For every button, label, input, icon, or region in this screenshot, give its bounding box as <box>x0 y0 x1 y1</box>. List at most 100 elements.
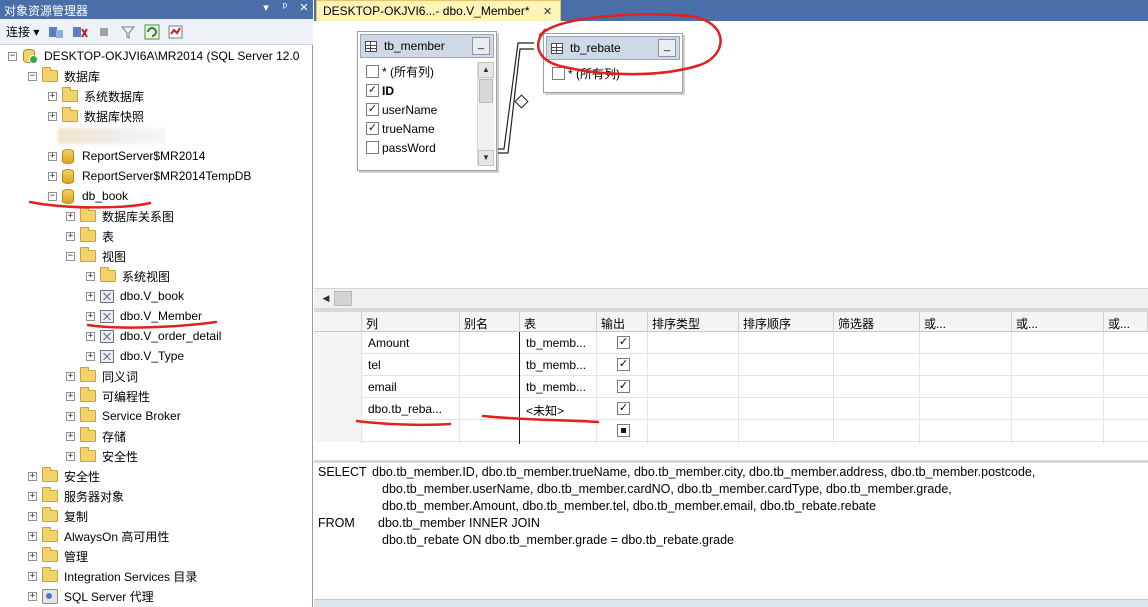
cell-alias[interactable] <box>460 420 520 442</box>
tree-node-service-broker[interactable]: + Service Broker <box>66 406 181 426</box>
connect-button[interactable]: 连接 ▾ <box>4 23 41 40</box>
expand-icon[interactable]: + <box>28 471 37 481</box>
column-header[interactable]: 或... <box>1012 312 1104 332</box>
sql-pane[interactable]: SELECT dbo.tb_member.ID, dbo.tb_member.tr… <box>314 463 1148 599</box>
criteria-row[interactable] <box>314 420 1148 442</box>
cell-table[interactable]: tb_memb... <box>520 376 597 398</box>
collapse-icon[interactable]: − <box>48 191 57 201</box>
column-header[interactable]: 或... <box>920 312 1012 332</box>
connect-object-explorer-icon[interactable] <box>47 23 65 41</box>
cell-alias[interactable] <box>460 332 520 354</box>
tab-v-member-designer[interactable]: DESKTOP-OKJVI6...- dbo.V_Member* ✕ <box>316 0 562 21</box>
expand-icon[interactable]: + <box>28 551 37 561</box>
tree-node-db-diagrams[interactable]: + 数据库关系图 <box>66 206 174 226</box>
tree-node-v-member[interactable]: + dbo.V_Member <box>86 306 202 326</box>
tree-node-programmability[interactable]: + 可编程性 <box>66 386 150 406</box>
cell-table[interactable]: tb_memb... <box>520 332 597 354</box>
tree-node-tables[interactable]: + 表 <box>66 226 114 246</box>
cell-table[interactable]: tb_memb... <box>520 354 597 376</box>
tree-node-alwayson[interactable]: + AlwaysOn 高可用性 <box>28 526 169 546</box>
expand-icon[interactable]: + <box>28 511 37 521</box>
cell-alias[interactable] <box>460 376 520 398</box>
diagram-horizontal-scrollbar[interactable]: ◀ <box>314 288 1148 308</box>
tree-node-db-snapshots[interactable]: + 数据库快照 <box>48 106 144 126</box>
tree-node-reportserver-temp[interactable]: + ReportServer$MR2014TempDB <box>48 166 251 186</box>
refresh-icon[interactable] <box>143 23 161 41</box>
tree-node-management[interactable]: + 管理 <box>28 546 88 566</box>
pin-icon[interactable]: ᵖ <box>280 1 290 14</box>
expand-icon[interactable]: + <box>66 451 75 461</box>
cell-table[interactable]: <未知> <box>520 398 597 420</box>
row-selector[interactable] <box>314 398 362 420</box>
tree-node-server[interactable]: − DESKTOP-OKJVI6A\MR2014 (SQL Server 12.0 <box>8 46 299 66</box>
column-header[interactable]: 排序类型 <box>648 312 739 332</box>
tree-node-system-db[interactable]: + 系统数据库 <box>48 86 144 106</box>
column-header[interactable]: 列 <box>362 312 460 332</box>
expand-icon[interactable]: + <box>28 531 37 541</box>
cell-column[interactable]: email <box>362 376 460 398</box>
cell-column[interactable]: dbo.tb_reba... <box>362 398 460 420</box>
column-header[interactable]: 别名 <box>460 312 520 332</box>
output-checkbox[interactable]: ✓ <box>617 380 630 393</box>
column-header[interactable]: 筛选器 <box>834 312 920 332</box>
cell-column[interactable] <box>362 420 460 442</box>
close-icon[interactable]: ✕ <box>299 1 309 14</box>
tree-node-v-book[interactable]: + dbo.V_book <box>86 286 184 306</box>
expand-icon[interactable]: + <box>86 291 95 301</box>
cell-table[interactable] <box>520 420 597 442</box>
expand-icon[interactable]: + <box>66 411 75 421</box>
criteria-row[interactable]: Amount tb_memb... ✓ <box>314 332 1148 354</box>
activity-monitor-icon[interactable] <box>167 23 185 41</box>
cell-column[interactable]: Amount <box>362 332 460 354</box>
cell-alias[interactable] <box>460 398 520 420</box>
join-diamond-icon[interactable] <box>514 94 529 109</box>
stop-icon[interactable] <box>95 23 113 41</box>
column-header[interactable]: 表 <box>520 312 597 332</box>
tree-node-sql-agent[interactable]: + SQL Server 代理 <box>28 586 154 606</box>
tree-node-databases[interactable]: − 数据库 <box>28 66 100 86</box>
dropdown-icon[interactable]: ▾ <box>261 1 271 14</box>
row-selector[interactable] <box>314 420 362 442</box>
expand-icon[interactable]: + <box>48 171 57 181</box>
column-header[interactable]: 或... <box>1104 312 1148 332</box>
tree-node-reportserver[interactable]: + ReportServer$MR2014 <box>48 146 205 166</box>
tree-node-storage[interactable]: + 存储 <box>66 426 126 446</box>
criteria-row[interactable]: tel tb_memb... ✓ <box>314 354 1148 376</box>
row-selector[interactable] <box>314 376 362 398</box>
tree-node-db-security[interactable]: + 安全性 <box>66 446 138 466</box>
expand-icon[interactable]: + <box>28 571 37 581</box>
expand-icon[interactable]: + <box>66 211 75 221</box>
tree-node-server-objects[interactable]: + 服务器对象 <box>28 486 124 506</box>
column-header[interactable]: 输出 <box>597 312 648 332</box>
expand-icon[interactable]: + <box>28 491 37 501</box>
scroll-thumb[interactable] <box>334 291 352 306</box>
tree-node-synonyms[interactable]: + 同义词 <box>66 366 138 386</box>
expand-icon[interactable]: + <box>48 111 57 121</box>
criteria-row[interactable]: dbo.tb_reba... <未知> ✓ <box>314 398 1148 420</box>
expand-icon[interactable]: + <box>86 271 95 281</box>
column-header[interactable]: 排序顺序 <box>739 312 834 332</box>
tree-node-system-views[interactable]: + 系统视图 <box>86 266 170 286</box>
expand-icon[interactable]: + <box>86 311 95 321</box>
expand-icon[interactable]: + <box>86 351 95 361</box>
join-relationship-line[interactable] <box>314 21 1148 287</box>
diagram-pane[interactable]: tb_member _ * (所有列) ✓ ID ✓ userName ✓ trueName… <box>314 21 1148 287</box>
expand-icon[interactable]: + <box>48 151 57 161</box>
disconnect-icon[interactable] <box>71 23 89 41</box>
collapse-icon[interactable]: − <box>28 71 37 81</box>
collapse-icon[interactable]: − <box>66 251 75 261</box>
tree-node-v-type[interactable]: + dbo.V_Type <box>86 346 184 366</box>
tree-node-integration-services[interactable]: + Integration Services 目录 <box>28 566 197 586</box>
scroll-left-icon[interactable]: ◀ <box>318 291 334 306</box>
tab-close-icon[interactable]: ✕ <box>543 6 552 18</box>
expand-icon[interactable]: + <box>66 391 75 401</box>
cell-alias[interactable] <box>460 354 520 376</box>
tree-node-blurred[interactable] <box>58 126 166 146</box>
expand-icon[interactable]: + <box>48 91 57 101</box>
row-selector[interactable] <box>314 332 362 354</box>
tree-node-v-order-detail[interactable]: + dbo.V_order_detail <box>86 326 221 346</box>
criteria-row[interactable]: email tb_memb... ✓ <box>314 376 1148 398</box>
tree-node-db-book[interactable]: − db_book <box>48 186 128 206</box>
cell-column[interactable]: tel <box>362 354 460 376</box>
expand-icon[interactable]: + <box>28 591 37 601</box>
